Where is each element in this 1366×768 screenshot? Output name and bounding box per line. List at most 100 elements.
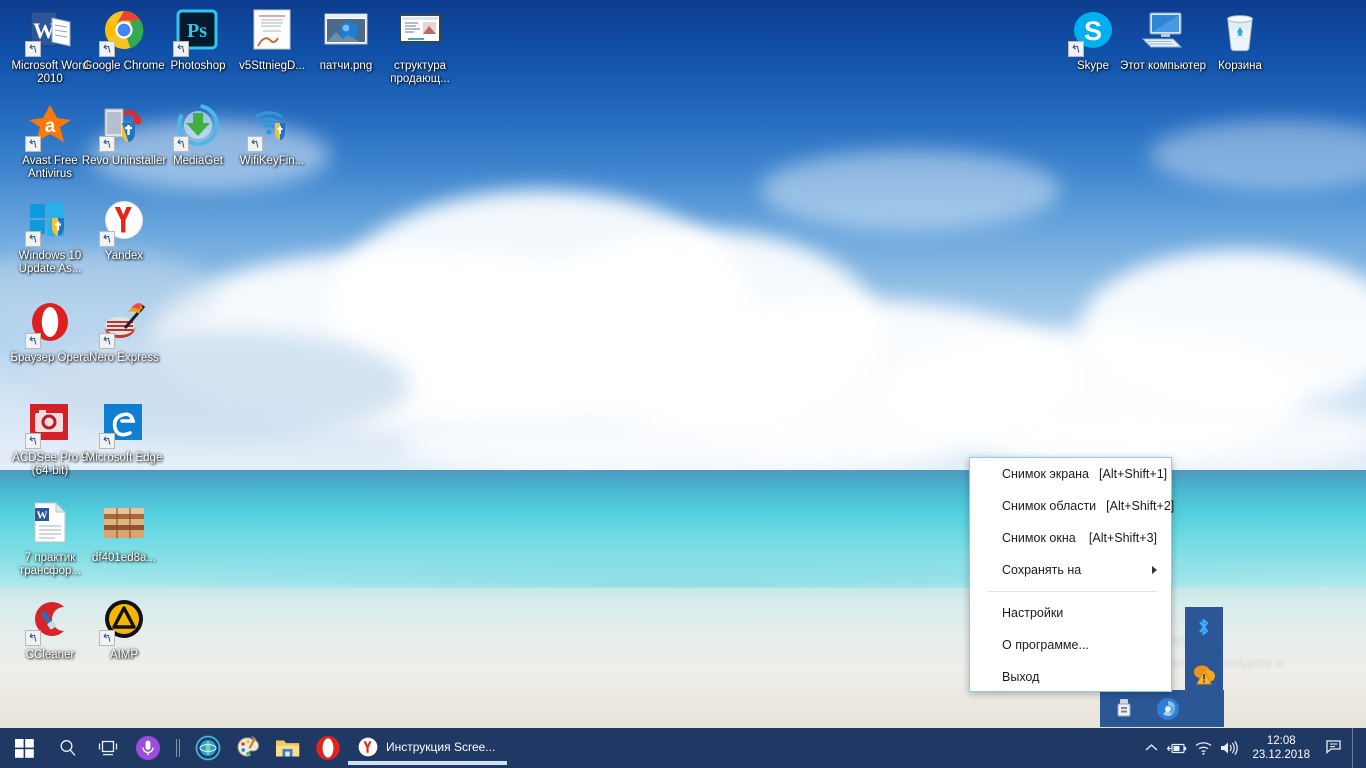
svg-text:a: a <box>45 116 56 137</box>
menu-item-label: Сохранять на <box>1002 563 1082 577</box>
warning-icon[interactable] <box>1191 663 1217 687</box>
computer-icon <box>1139 8 1187 56</box>
menu-item-label: Выход <box>1002 670 1040 684</box>
shortcut-overlay-icon <box>99 136 115 152</box>
shortcut-overlay-icon <box>25 231 41 247</box>
wifi-button[interactable] <box>1190 728 1216 768</box>
desktop-icon-aimp[interactable]: AIMP <box>80 597 168 662</box>
battery-button[interactable] <box>1164 728 1190 768</box>
shortcut-overlay-icon <box>173 136 189 152</box>
opera-icon <box>316 736 340 760</box>
desktop-icon-label: Этот компьютер <box>1120 60 1206 72</box>
menu-item-label: О программе... <box>1002 638 1089 652</box>
menu-item-accelerator: [Alt+Shift+2] <box>1106 499 1175 513</box>
app-icon[interactable] <box>1156 697 1180 721</box>
screenshot-icon <box>396 8 444 56</box>
desktop-icon-screenshot[interactable]: структура продающ... <box>376 8 464 86</box>
winupdate-icon <box>25 198 74 247</box>
shortcut-overlay-icon <box>99 41 115 57</box>
submenu-arrow-icon <box>1152 566 1157 574</box>
pngimage-icon <box>322 8 370 56</box>
search-button[interactable] <box>48 728 88 768</box>
shortcut-overlay-icon <box>1068 41 1084 57</box>
menu-item-label: Настройки <box>1002 606 1064 620</box>
clock[interactable]: 12:08 23.12.2018 <box>1242 728 1320 768</box>
menu-item-3[interactable]: Сохранять на <box>970 554 1171 586</box>
shortcut-overlay-icon <box>99 433 115 449</box>
menu-item-accelerator: [Alt+Shift+3] <box>1088 531 1157 545</box>
taskbar-separator <box>168 728 188 768</box>
menu-item-5[interactable]: Настройки <box>970 597 1171 629</box>
volume-icon <box>1221 740 1239 756</box>
menu-item-label: Снимок экрана <box>1002 467 1090 481</box>
desktop-icon-label: df401ed8a... <box>92 552 156 564</box>
svg-text:W: W <box>37 510 48 522</box>
recyclebin-icon <box>1216 8 1264 56</box>
desktop-icon-nero[interactable]: Nero Express <box>80 300 168 365</box>
menu-item-6[interactable]: О программе... <box>970 629 1171 661</box>
docimage-icon <box>248 8 296 56</box>
browser-button[interactable] <box>188 728 228 768</box>
menu-item-2[interactable]: Снимок окна [Alt+Shift+3] <box>970 522 1171 554</box>
yandex-icon <box>99 198 148 247</box>
taskbar-active-underline <box>348 761 508 765</box>
clock-time: 12:08 <box>1266 735 1296 747</box>
clock-date: 23.12.2018 <box>1252 749 1310 761</box>
menu-item-0[interactable]: Снимок экрана [Alt+Shift+1] <box>970 458 1171 490</box>
show-desktop-button[interactable] <box>1352 728 1360 768</box>
search-icon <box>60 740 76 756</box>
task-view-button[interactable] <box>88 728 128 768</box>
opera-button[interactable] <box>308 728 348 768</box>
desktop-icon-recyclebin[interactable]: Корзина <box>1196 8 1284 73</box>
desktop-icon-yandex[interactable]: Yandex <box>80 198 168 263</box>
desktop-icon-computer[interactable]: Этот компьютер <box>1119 8 1207 73</box>
worddoc-icon: W <box>26 500 74 548</box>
tray-overflow-popup[interactable] <box>1185 607 1223 727</box>
start-button[interactable] <box>0 728 48 768</box>
paint-button[interactable] <box>228 728 268 768</box>
menu-item-label: Снимок окна <box>1002 531 1076 545</box>
wifi-icon <box>1195 742 1212 755</box>
shortcut-overlay-icon <box>25 333 41 349</box>
volume-button[interactable] <box>1216 728 1242 768</box>
action-center-icon <box>1325 740 1341 754</box>
system-tray[interactable]: 12:08 23.12.2018 <box>1138 728 1366 768</box>
revo-icon <box>99 103 148 152</box>
bluetooth-icon[interactable] <box>1196 617 1212 637</box>
chevron-up-icon <box>1145 744 1158 751</box>
svg-text:S: S <box>1084 16 1102 46</box>
mediaget-icon <box>173 103 222 152</box>
desktop-icon-wifikey[interactable]: WifiKeyFin... <box>228 103 316 168</box>
texture-icon <box>100 500 148 548</box>
svg-text:Ps: Ps <box>187 20 207 42</box>
show-hidden-icons-button[interactable] <box>1138 728 1164 768</box>
nero-icon <box>99 300 148 349</box>
desktop-icon-label: Yandex <box>104 250 144 262</box>
opera-icon <box>25 300 74 349</box>
edge-icon <box>99 400 148 449</box>
menu-item-1[interactable]: Снимок области [Alt+Shift+2] <box>970 490 1175 522</box>
shortcut-overlay-icon <box>99 231 115 247</box>
file-explorer-button[interactable] <box>268 728 308 768</box>
desktop-icon-texture[interactable]: df401ed8a... <box>80 500 168 565</box>
yandex-icon <box>358 737 378 756</box>
desktop-icon-label: структура продающ... <box>390 60 450 85</box>
usb-icon[interactable] <box>1114 698 1134 720</box>
menu-item-accelerator: [Alt+Shift+1] <box>1099 467 1168 481</box>
screenshot-app-context-menu[interactable]: Снимок экрана [Alt+Shift+1] Снимок области… <box>969 457 1175 693</box>
shortcut-overlay-icon <box>25 630 41 646</box>
taskbar[interactable]: Инструкция Scree... 12:08 23.12.2018 <box>0 728 1366 768</box>
shortcut-overlay-icon <box>25 433 41 449</box>
shortcut-overlay-icon <box>99 630 115 646</box>
action-center-button[interactable] <box>1320 728 1348 768</box>
desktop-icon-label: Корзина <box>1218 60 1262 72</box>
desktop-icon-label: AIMP <box>109 649 139 661</box>
desktop-icon-edge[interactable]: Microsoft Edge <box>80 400 168 465</box>
menu-item-7[interactable]: Выход <box>970 661 1171 693</box>
cortana-button[interactable] <box>128 728 168 768</box>
avast-icon: a <box>25 103 74 152</box>
aimp-icon <box>99 597 148 646</box>
taskbar-active-window[interactable]: Инструкция Scree... <box>348 728 508 768</box>
desktop-icon-label: Nero Express <box>89 352 159 364</box>
cloud <box>760 150 1060 230</box>
